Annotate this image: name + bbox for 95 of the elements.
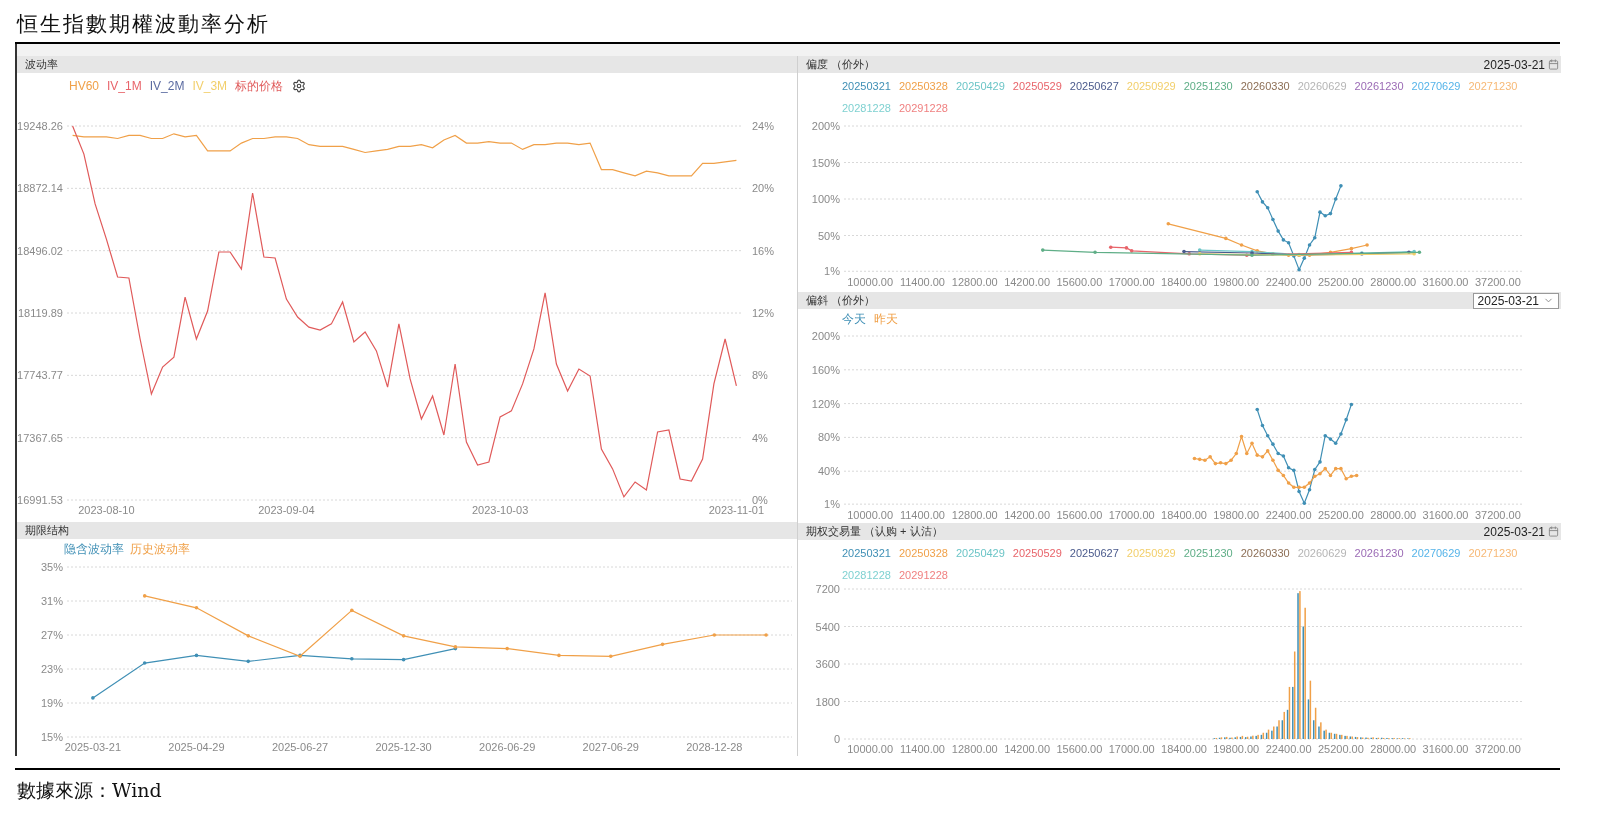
axis-label: 2023-09-04 xyxy=(258,504,315,516)
axis-label: 18496.02 xyxy=(17,244,63,257)
axis-label: 37200.00 xyxy=(1474,509,1521,521)
axis-label: 19% xyxy=(40,697,63,709)
axis-label: 3600 xyxy=(815,658,840,670)
axis-label: 28000.00 xyxy=(1370,509,1417,521)
date-label: 2025-03-21 xyxy=(1483,56,1545,74)
axis-label: 11400.00 xyxy=(899,509,945,521)
axis-label: 15600.00 xyxy=(1056,743,1103,755)
axis-label: 10000.00 xyxy=(847,509,894,521)
axis-label: 2027-06-29 xyxy=(582,741,639,753)
panel-title: 偏斜 （价外） xyxy=(806,293,876,309)
axis-label: 31600.00 xyxy=(1422,276,1469,288)
axis-label: 100% xyxy=(811,193,840,205)
axis-label: 160% xyxy=(811,363,840,376)
axis-label: 14200.00 xyxy=(1004,276,1050,288)
axis-label: 2023-10-03 xyxy=(472,504,529,516)
axis-label: 10000.00 xyxy=(847,743,894,755)
source-note: 數據來源：Wind xyxy=(16,778,163,803)
axis-label: 12800.00 xyxy=(951,509,998,521)
axis-label: 22400.00 xyxy=(1265,509,1312,521)
axis-label: 19800.00 xyxy=(1213,743,1260,755)
axis-label: 80% xyxy=(817,431,840,444)
axis-label: 23% xyxy=(40,663,63,675)
axis-label: 2025-04-29 xyxy=(168,741,225,753)
axis-label: 17000.00 xyxy=(1108,509,1155,521)
axis-label: 15600.00 xyxy=(1056,509,1103,521)
axis-label: 37200.00 xyxy=(1474,276,1521,288)
axis-label: 17367.65 xyxy=(17,431,63,444)
axis-label: 5400 xyxy=(815,620,840,633)
axis-label: 8% xyxy=(752,369,768,382)
axis-label: 22400.00 xyxy=(1265,276,1312,288)
axis-label: 7200 xyxy=(815,584,840,595)
axis-label: 50% xyxy=(817,229,840,242)
axis-label: 12800.00 xyxy=(951,743,998,755)
axis-label: 2025-03-21 xyxy=(64,741,122,753)
axis-label: 28000.00 xyxy=(1370,276,1417,288)
panel-title: 波动率 xyxy=(25,57,58,73)
axis-label: 18400.00 xyxy=(1161,276,1207,288)
axis-label: 10000.00 xyxy=(847,276,894,288)
axis-label: 2026-06-29 xyxy=(479,741,536,753)
axis-label: 40% xyxy=(817,465,840,478)
axis-label: 16% xyxy=(752,244,775,257)
axis-label: 1% xyxy=(824,498,840,511)
axis-label: 200% xyxy=(811,120,840,132)
axis-label: 31600.00 xyxy=(1422,743,1469,755)
axis-label: 31% xyxy=(40,595,63,607)
axis-label: 18400.00 xyxy=(1161,743,1207,755)
axis-label: 37200.00 xyxy=(1474,743,1521,755)
axis-label: 150% xyxy=(811,156,840,169)
axis-label: 0% xyxy=(752,494,768,506)
axis-label: 2028-12-28 xyxy=(686,741,743,753)
axis-label: 17000.00 xyxy=(1108,276,1155,288)
axis-label: 0 xyxy=(833,733,840,745)
axis-label: 25200.00 xyxy=(1318,743,1364,755)
axis-label: 19248.26 xyxy=(17,120,63,132)
axis-label: 20% xyxy=(752,182,775,195)
axis-label: 1800 xyxy=(815,695,840,708)
axis-label: 14200.00 xyxy=(1004,509,1050,521)
axis-label: 25200.00 xyxy=(1318,276,1364,288)
axis-label: 27% xyxy=(40,629,63,641)
axis-label: 14200.00 xyxy=(1004,743,1050,755)
axis-label: 25200.00 xyxy=(1318,509,1364,521)
axis-label: 11400.00 xyxy=(899,743,945,755)
axis-label: 2025-06-27 xyxy=(271,741,329,753)
axis-label: 31600.00 xyxy=(1422,509,1469,521)
axis-label: 12% xyxy=(752,307,775,319)
panel-title: 偏度 （价外） xyxy=(806,57,876,73)
panel-title: 期限结构 xyxy=(25,523,69,539)
axis-label: 11400.00 xyxy=(899,276,945,288)
axis-label: 19800.00 xyxy=(1213,509,1260,521)
axis-label: 18400.00 xyxy=(1161,509,1207,521)
axis-label: 22400.00 xyxy=(1265,743,1312,755)
axis-label: 19800.00 xyxy=(1213,276,1260,288)
axis-label: 35% xyxy=(40,561,63,573)
axis-label: 1% xyxy=(824,265,840,278)
axis-label: 28000.00 xyxy=(1370,743,1417,755)
date-label: 2025-03-21 xyxy=(1483,523,1545,541)
axis-label: 16991.53 xyxy=(17,494,63,506)
axis-label: 120% xyxy=(811,397,840,410)
page-title: 恒生指數期權波動率分析 xyxy=(15,11,271,38)
axis-label: 17743.77 xyxy=(17,369,63,382)
axis-label: 12800.00 xyxy=(951,276,998,288)
axis-label: 24% xyxy=(752,120,775,132)
axis-label: 17000.00 xyxy=(1108,743,1155,755)
axis-label: 15600.00 xyxy=(1056,276,1103,288)
panel-title: 期权交易量 （认购 + 认沽） xyxy=(806,524,943,540)
axis-label: 4% xyxy=(752,431,768,444)
axis-label: 18119.89 xyxy=(17,307,63,319)
axis-label: 2023-11-01 xyxy=(708,504,765,516)
axis-label: 18872.14 xyxy=(17,182,63,195)
axis-label: 200% xyxy=(811,330,840,342)
axis-label: 2023-08-10 xyxy=(78,504,135,516)
axis-label: 15% xyxy=(40,731,63,743)
axis-label: 2025-12-30 xyxy=(375,741,432,753)
